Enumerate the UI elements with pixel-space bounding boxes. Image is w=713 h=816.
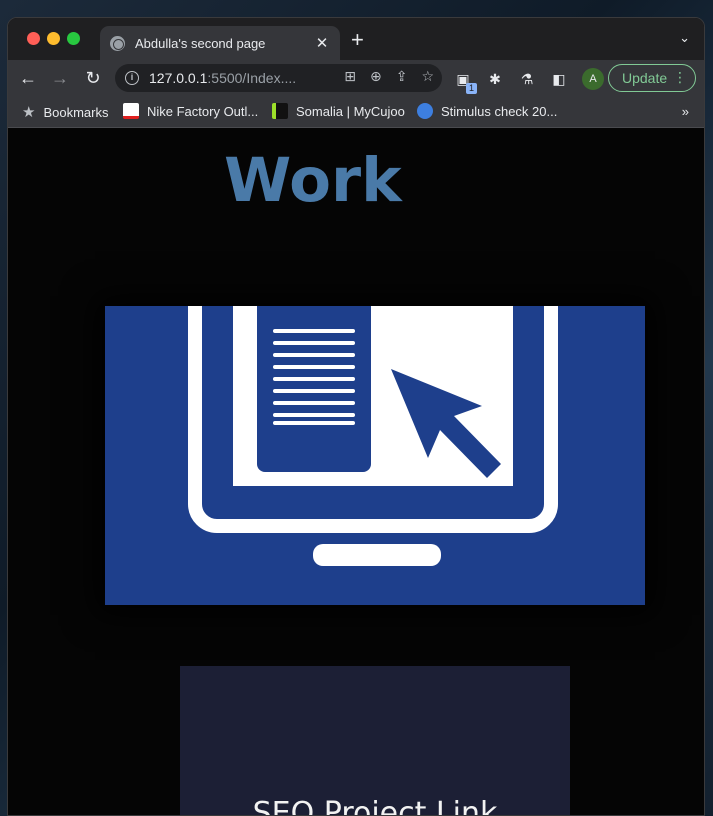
bookmark-star-icon[interactable]: ☆ [421, 68, 434, 85]
share-icon[interactable]: ⇪ [396, 68, 408, 85]
more-menu-icon[interactable]: ⋮ [673, 69, 687, 86]
extension-badge: 1 [466, 83, 477, 94]
extension-icon[interactable]: ▣ 1 [454, 70, 477, 94]
maximize-window-button[interactable] [67, 32, 80, 45]
update-button[interactable]: Update ⋮ [608, 64, 696, 92]
minimize-window-button[interactable] [47, 32, 60, 45]
side-panel-icon[interactable]: ◧ [550, 70, 568, 88]
back-arrow-icon[interactable]: ← [16, 66, 40, 90]
bookmark-label: Stimulus check 20... [441, 103, 558, 119]
forward-arrow-icon[interactable]: → [48, 66, 72, 90]
globe-icon [110, 35, 125, 51]
bookmark-mycujoo[interactable]: Somalia | MyCujoo [272, 103, 405, 119]
new-tab-button[interactable]: + [351, 29, 364, 51]
site-info-icon[interactable]: i [125, 71, 139, 85]
bookmarks-overflow-icon[interactable]: » [682, 104, 689, 119]
computer-monitor-cursor-icon [188, 306, 558, 566]
bookmarks-folder[interactable]: ★ Bookmarks [22, 103, 108, 121]
labs-flask-icon[interactable]: ⚗ [518, 70, 536, 88]
mycujoo-favicon-icon [272, 103, 288, 119]
url-host: 127.0.0.1 [149, 70, 208, 86]
tab-strip: Abdulla's second page ✕ + ⌄ [8, 18, 704, 60]
close-window-button[interactable] [27, 32, 40, 45]
tab-title: Abdulla's second page [135, 35, 266, 51]
page-content: Work SEO Project Link [8, 129, 704, 815]
hero-image [105, 306, 645, 605]
bookmark-stimulus[interactable]: Stimulus check 20... [417, 103, 557, 119]
star-icon: ★ [22, 104, 36, 121]
browser-toolbar: ← → ↻ i 127.0.0.1 :5500/Index.... ⊞ ⊕ ⇪ … [8, 60, 704, 96]
active-tab[interactable]: Abdulla's second page ✕ [100, 26, 340, 60]
reload-icon[interactable]: ↻ [81, 66, 105, 90]
url-path: :5500/Index.... [207, 70, 297, 86]
address-bar[interactable]: i 127.0.0.1 :5500/Index.... ⊞ ⊕ ⇪ ☆ [115, 64, 442, 92]
zoom-icon[interactable]: ⊕ [370, 68, 382, 85]
tab-search-chevron-icon[interactable]: ⌄ [679, 30, 690, 46]
bookmark-nike[interactable]: Nike Factory Outl... [123, 103, 258, 119]
nike-favicon-icon [123, 103, 139, 119]
profile-avatar[interactable]: A [582, 68, 604, 90]
seo-project-link[interactable]: SEO Project Link [180, 796, 570, 815]
bookmark-label: Bookmarks [43, 104, 109, 120]
tab-close-icon[interactable]: ✕ [314, 34, 330, 52]
bookmark-label: Nike Factory Outl... [147, 103, 259, 119]
project-card[interactable]: SEO Project Link [180, 666, 570, 815]
stimulus-favicon-icon [417, 103, 433, 119]
translate-icon[interactable]: ⊞ [344, 68, 356, 85]
browser-window: Abdulla's second page ✕ + ⌄ ← → ↻ i 127.… [7, 17, 705, 816]
update-label: Update [622, 70, 668, 86]
page-title: Work [224, 145, 402, 216]
bookmark-label: Somalia | MyCujoo [296, 103, 405, 119]
bookmarks-bar: ★ Bookmarks Nike Factory Outl... Somalia… [8, 96, 704, 128]
puzzle-extensions-icon[interactable]: ✱ [486, 70, 504, 88]
